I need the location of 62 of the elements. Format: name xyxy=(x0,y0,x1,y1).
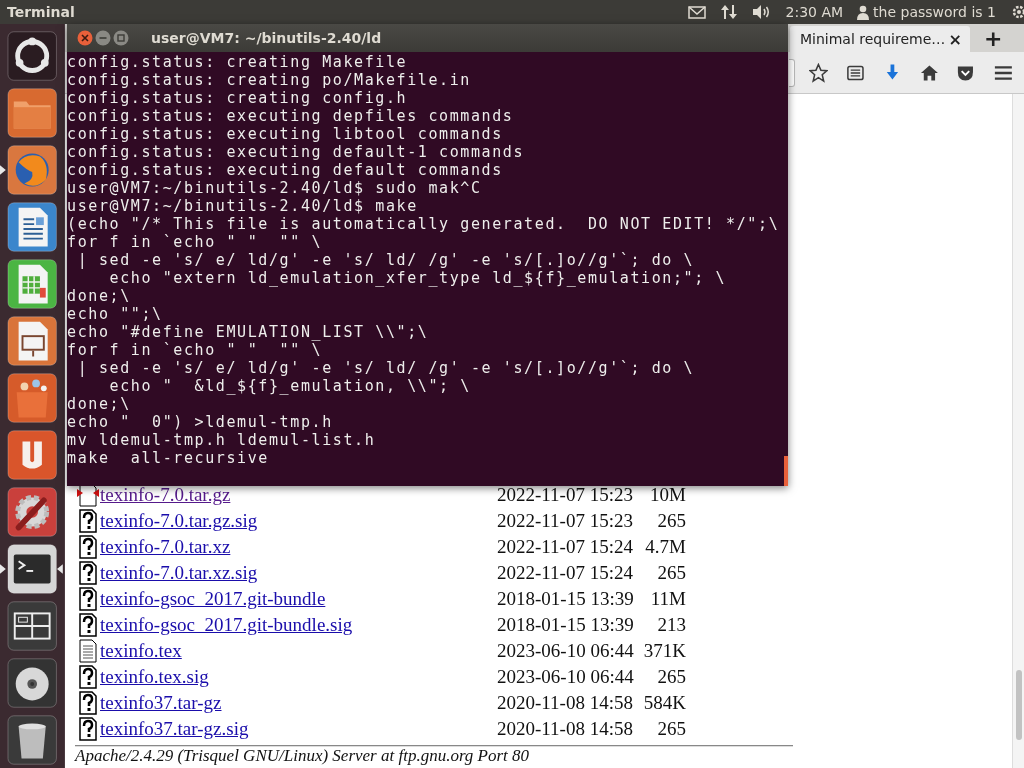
file-size: 265 xyxy=(656,510,686,532)
terminal-line: user@VM7:~/binutils-2.40/ld$ sudo mak^C xyxy=(67,179,482,197)
terminal-line: config.status: executing libtool commands xyxy=(67,125,503,143)
modified-date: 2022-11-07 15:23 xyxy=(497,510,634,532)
file-link[interactable]: texinfo-7.0.tar.xz xyxy=(100,536,231,558)
file-link[interactable]: texinfo-gsoc_2017.git-bundle xyxy=(100,588,326,610)
file-size: 584K xyxy=(642,692,686,714)
clock-text[interactable]: 2:30 AM xyxy=(785,4,844,20)
modified-date: 2023-06-10 06:44 xyxy=(497,640,635,662)
file-size: 213 xyxy=(656,614,686,636)
user-name[interactable]: the password is 1 xyxy=(873,4,996,20)
terminal-line: | sed -e 's/ e/ ld/g' -e 's/ ld/ /g' -e 's/[.]o//g'`; do \ xyxy=(76,251,695,269)
terminal-line: echo " &ld_${f}_emulation, \\"; \ xyxy=(108,377,471,395)
tab-title: Minimal requireme… xyxy=(800,31,946,47)
modified-date: 2022-11-07 15:24 xyxy=(497,536,634,558)
terminal-line: mv ldemul-tmp.h ldemul-list.h xyxy=(67,431,376,449)
window-title: user@VM7: ~/binutils-2.40/ld xyxy=(151,30,382,46)
terminal-line: echo "extern ld_emulation_xfer_type ld_${f}_emulation;"; \ xyxy=(108,269,727,287)
modified-date: 2022-11-07 15:24 xyxy=(497,562,634,584)
terminal-line: (echo "/* This file is automatically generated. DO NOT EDIT! */";\ xyxy=(67,215,780,233)
terminal-line: | sed -e 's/ e/ ld/g' -e 's/ ld/ /g' -e 's/[.]o//g'`; do \ xyxy=(76,359,695,377)
app-title: Terminal xyxy=(7,4,75,20)
file-size: 11M xyxy=(649,588,686,610)
file-size: 10M xyxy=(649,484,686,506)
file-link[interactable]: texinfo37.tar-gz.sig xyxy=(100,718,249,740)
terminal-line: done;\ xyxy=(67,395,131,413)
terminal-line: config.status: executing depfiles commands xyxy=(67,107,514,125)
terminal-line: for f in `echo " " "" \ xyxy=(67,341,323,359)
tab-close-button[interactable]: × xyxy=(948,29,962,49)
browser-tab[interactable]: Minimal requireme… × xyxy=(790,26,970,52)
file-size: 371K xyxy=(642,640,686,662)
terminal-line: config.status: creating po/Makefile.in xyxy=(67,71,471,89)
file-link[interactable]: texinfo37.tar-gz xyxy=(100,692,222,714)
terminal-line: config.status: creating Makefile xyxy=(67,53,408,71)
terminal-line: echo " 0") >ldemul-tmp.h xyxy=(67,413,333,431)
terminal-line: user@VM7:~/binutils-2.40/ld$ make xyxy=(67,197,418,215)
terminal-line: config.status: executing default commands xyxy=(67,161,503,179)
modified-date: 2020-11-08 14:58 xyxy=(497,718,634,740)
file-size: 265 xyxy=(656,666,686,688)
file-link[interactable]: texinfo.tex xyxy=(100,640,182,662)
terminal-line: for f in `echo " " "" \ xyxy=(67,233,323,251)
modified-date: 2018-01-15 13:39 xyxy=(497,588,635,610)
modified-date: 2022-11-07 15:23 xyxy=(497,484,634,506)
terminal-line: config.status: creating config.h xyxy=(67,89,408,107)
server-signature: Apache/2.4.29 (Trisquel GNU/Linux) Server at ftp.gnu.org Port 80 xyxy=(75,748,531,764)
file-link[interactable]: texinfo.tex.sig xyxy=(100,666,209,688)
terminal-line: done;\ xyxy=(67,287,131,305)
terminal-line: make all-recursive xyxy=(67,449,269,467)
file-size: 265 xyxy=(656,718,686,740)
terminal-line: config.status: executing default-1 commands xyxy=(67,143,525,161)
terminal-line: echo "#define EMULATION_LIST \\";\ xyxy=(67,323,429,341)
modified-date: 2020-11-08 14:58 xyxy=(497,692,634,714)
file-link[interactable]: texinfo-gsoc_2017.git-bundle.sig xyxy=(100,614,353,636)
modified-date: 2018-01-15 13:39 xyxy=(497,614,635,636)
modified-date: 2023-06-10 06:44 xyxy=(497,666,635,688)
new-tab-button[interactable]: + xyxy=(984,26,1003,52)
file-link[interactable]: texinfo-7.0.tar.gz xyxy=(100,484,231,506)
file-size: 4.7M xyxy=(644,536,686,558)
file-link[interactable]: texinfo-7.0.tar.xz.sig xyxy=(100,562,258,584)
file-size: 265 xyxy=(656,562,686,584)
file-link[interactable]: texinfo-7.0.tar.gz.sig xyxy=(100,510,258,532)
terminal-line: echo "";\ xyxy=(67,305,163,323)
